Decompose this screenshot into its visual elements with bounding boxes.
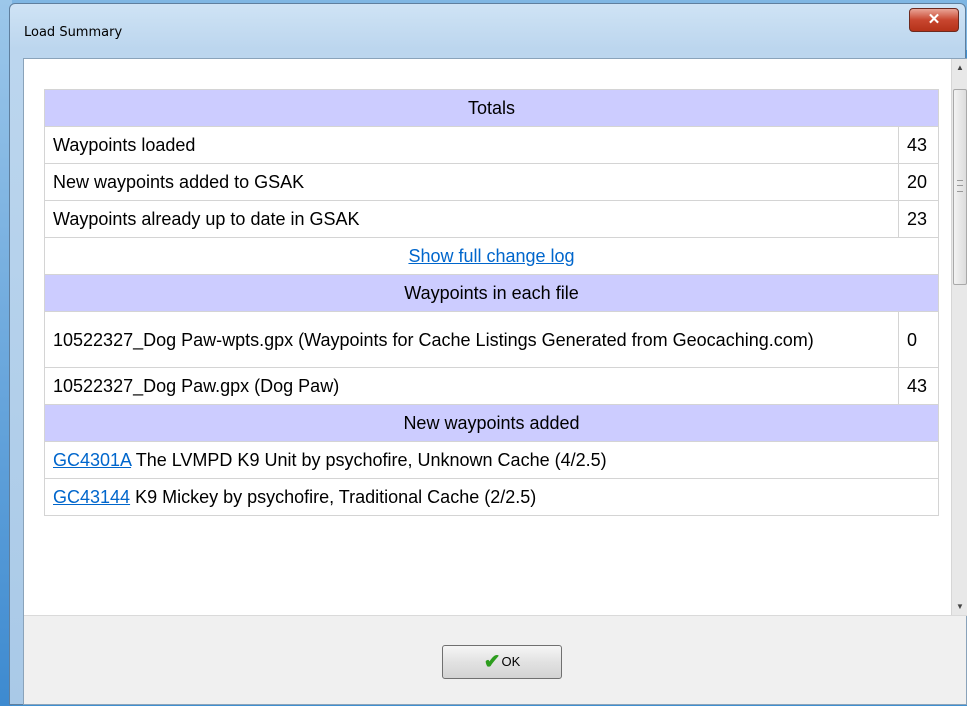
window-title: Load Summary [24,25,123,40]
row-label: Waypoints already up to date in GSAK [44,200,899,238]
scroll-up-icon[interactable]: ▲ [952,59,967,76]
summary-table: Totals Waypoints loaded 43 New waypoints… [44,89,939,516]
row-value: 0 [898,311,939,368]
close-icon: ✕ [927,11,941,28]
scroll-down-icon[interactable]: ▼ [952,598,967,615]
show-change-log-link[interactable]: Show full change log [408,246,574,266]
files-header: Waypoints in each file [44,274,939,312]
vertical-scrollbar[interactable]: ▲ ▼ [951,59,967,615]
new-waypoints-header: New waypoints added [44,404,939,442]
load-summary-dialog: Load Summary ✕ Totals Waypoints loaded 4… [9,3,967,705]
table-row: New waypoints added to GSAK 20 [44,163,939,201]
row-label: 10522327_Dog Paw.gpx (Dog Paw) [44,367,899,405]
footer-divider [24,615,967,616]
waypoint-description: The LVMPD K9 Unit by psychofire, Unknown… [131,449,607,470]
totals-header: Totals [44,89,939,127]
scrollbar-thumb[interactable] [953,89,967,285]
grip-icon [957,180,963,192]
table-row: 10522327_Dog Paw.gpx (Dog Paw) 43 [44,367,939,405]
row-label: 10522327_Dog Paw-wpts.gpx (Waypoints for… [44,311,899,368]
waypoint-description: K9 Mickey by psychofire, Traditional Cac… [130,486,537,507]
table-row: Waypoints loaded 43 [44,126,939,164]
table-row: 10522327_Dog Paw-wpts.gpx (Waypoints for… [44,311,939,368]
row-value: 20 [898,163,939,201]
section-header-files: Waypoints in each file [44,274,939,312]
dialog-client-area: Totals Waypoints loaded 43 New waypoints… [23,58,967,705]
change-log-row: Show full change log [44,237,939,275]
row-label: New waypoints added to GSAK [44,163,899,201]
checkmark-icon: ✔ [483,651,501,673]
waypoint-code-link[interactable]: GC4301A [53,450,131,470]
close-button[interactable]: ✕ [909,8,959,32]
table-row: Waypoints already up to date in GSAK 23 [44,200,939,238]
table-row: GC4301A The LVMPD K9 Unit by psychofire,… [44,441,939,479]
waypoint-code-link[interactable]: GC43144 [53,487,130,507]
row-value: 43 [898,126,939,164]
row-label: Waypoints loaded [44,126,899,164]
row-value: 43 [898,367,939,405]
summary-content[interactable]: Totals Waypoints loaded 43 New waypoints… [24,59,951,615]
ok-button-label: OK [501,654,521,669]
ok-button[interactable]: ✔OK [442,645,562,679]
section-header-totals: Totals [44,89,939,127]
row-value: 23 [898,200,939,238]
table-row: GC43144 K9 Mickey by psychofire, Traditi… [44,478,939,516]
section-header-new-waypoints: New waypoints added [44,404,939,442]
